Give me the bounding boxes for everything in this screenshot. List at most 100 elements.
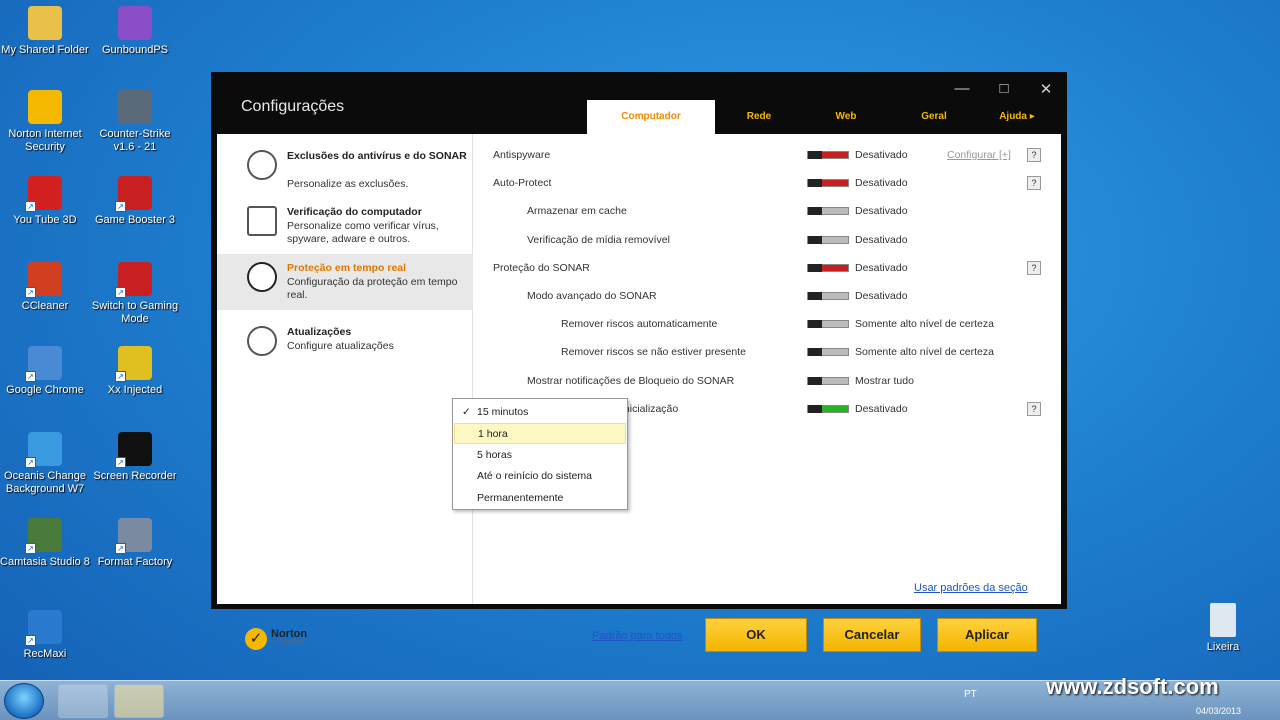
recycle-bin[interactable]: Lixeira (1178, 603, 1268, 654)
minimize-button[interactable]: — (949, 80, 975, 97)
tab-ajuda[interactable]: Ajuda ▸ (979, 100, 1055, 134)
apply-button[interactable]: Aplicar (937, 618, 1037, 652)
setting-label: Verificação de mídia removível (527, 233, 670, 246)
start-button[interactable] (4, 683, 44, 719)
desktop-icon[interactable]: ↗ Google Chrome (0, 346, 90, 397)
gaming-mode-icon: ↗ (115, 262, 152, 298)
help-icon[interactable]: ? (1027, 401, 1041, 416)
setting-toggle[interactable] (807, 151, 849, 159)
menu-item-15-minutes[interactable]: ✓ 15 minutos (454, 402, 626, 423)
taskbar-app-switcher[interactable] (58, 684, 108, 718)
setting-label: Armazenar em cache (527, 205, 627, 218)
clock-date[interactable]: 04/03/2013 (1196, 706, 1241, 716)
menu-item-5-hours[interactable]: 5 horas (454, 445, 626, 466)
setting-toggle[interactable] (807, 404, 849, 413)
tab-computador[interactable]: Computador (587, 100, 715, 134)
desktop-icon[interactable]: ↗ Oceanis Change Background W7 (0, 432, 90, 496)
setting-toggle[interactable] (807, 235, 849, 244)
tab-geral[interactable]: Geral (889, 100, 979, 134)
setting-toggle[interactable] (807, 376, 849, 385)
check-icon: ✓ (462, 406, 471, 418)
menu-item-until-restart[interactable]: Até o reinício do sistema (454, 466, 626, 487)
use-section-defaults-link[interactable]: Usar padrões da seção (914, 582, 1028, 594)
toggle-knob (808, 292, 822, 300)
toggle-knob (808, 263, 822, 272)
shortcut-arrow-icon: ↗ (115, 543, 126, 554)
desktop-icon-label: Camtasia Studio 8 (0, 556, 90, 568)
setting-label: Proteção do SONAR (493, 261, 590, 274)
setting-row: Remover riscos se não estiver presente So… (479, 343, 1049, 363)
desktop-icon[interactable]: ↗ Switch to Gaming Mode (90, 262, 180, 326)
setting-toggle[interactable] (807, 263, 849, 272)
desktop-icon[interactable]: GunboundPS (90, 6, 180, 57)
norton-check-icon: ✓ (245, 628, 267, 650)
desktop-icon[interactable]: ↗ Game Booster 3 (90, 176, 180, 227)
norton-settings-window: Configurações — □ ✕ Computador Rede Web … (211, 72, 1067, 652)
screen-recorder-icon: ↗ (115, 432, 152, 468)
language-indicator[interactable]: PT (964, 689, 977, 700)
menu-item-permanently[interactable]: Permanentemente (454, 488, 626, 509)
tab-web[interactable]: Web (803, 100, 889, 134)
desktop-icon-label: Google Chrome (6, 384, 84, 396)
toggle-knob (808, 404, 822, 413)
toggle-knob (808, 348, 822, 357)
norton-icon (28, 90, 62, 124)
ccleaner-icon: ↗ (25, 262, 62, 298)
desktop-icon[interactable]: ↗ You Tube 3D (0, 176, 90, 227)
recycle-bin-label: Lixeira (1206, 641, 1240, 653)
default-for-all-link[interactable]: Padrão para todos (592, 630, 683, 642)
setting-toggle[interactable] (807, 320, 849, 329)
desktop-icon-label: RecMaxi (23, 648, 67, 660)
close-button[interactable]: ✕ (1033, 80, 1059, 98)
sidebar-item-desc: Personalize como verificar vírus, spywar… (287, 220, 439, 245)
sidebar-item-desc: Configure atualizações (287, 340, 394, 352)
maximize-button[interactable]: □ (991, 80, 1017, 97)
desktop-icon-label: Counter-Strike v1.6 - 21 (99, 128, 171, 153)
toggle-fill (822, 180, 848, 187)
configure-link[interactable]: Configurar [+] (947, 149, 1011, 161)
cancel-button[interactable]: Cancelar (823, 618, 921, 652)
shortcut-arrow-icon: ↗ (115, 201, 126, 212)
menu-item-1-hour[interactable]: 1 hora (454, 423, 626, 444)
recycle-bin-icon (1210, 603, 1236, 637)
sidebar-item-title: Verificação do computador (287, 206, 422, 218)
setting-toggle[interactable] (807, 179, 849, 188)
setting-state: Desativado (855, 290, 908, 302)
desktop-icon[interactable]: ↗ Camtasia Studio 8 (0, 518, 90, 569)
setting-row: Remover riscos automaticamente Somente al… (479, 315, 1049, 335)
desktop-icon[interactable]: ↗ RecMaxi (0, 610, 90, 661)
setting-toggle[interactable] (807, 348, 849, 357)
chrome-icon: ↗ (25, 346, 62, 382)
desktop-icon[interactable]: Norton Internet Security (0, 90, 90, 154)
setting-toggle[interactable] (807, 292, 849, 300)
shortcut-arrow-icon: ↗ (115, 371, 126, 382)
setting-state: Mostrar tudo (855, 374, 914, 387)
help-icon[interactable]: ? (1027, 260, 1041, 275)
setting-state: Desativado (855, 261, 908, 274)
injector-icon: ↗ (115, 346, 152, 382)
game-icon (118, 6, 152, 40)
ok-button[interactable]: OK (705, 618, 807, 652)
toggle-knob (808, 151, 822, 159)
shortcut-arrow-icon: ↗ (115, 287, 126, 298)
desktop-icon[interactable]: My Shared Folder (0, 6, 90, 57)
desktop-icon[interactable]: ↗ Xx Injected (90, 346, 180, 397)
help-icon[interactable]: ? (1027, 148, 1041, 162)
shortcut-arrow-icon: ↗ (25, 543, 36, 554)
sidebar-item-scan[interactable]: Verificação do computador Personalize co… (217, 198, 473, 254)
sidebar-item-exclusions[interactable]: Exclusões do antivírus e do SONAR Person… (217, 142, 473, 198)
setting-label: Remover riscos se não estiver presente (561, 346, 746, 359)
taskbar-norton[interactable] (114, 684, 164, 718)
setting-toggle[interactable] (807, 207, 849, 216)
sidebar-item-realtime[interactable]: Proteção em tempo real Configuração da p… (217, 254, 473, 310)
tab-rede[interactable]: Rede (715, 100, 803, 134)
desktop-icon-label: Norton Internet Security (8, 128, 82, 153)
toggle-fill (822, 321, 848, 328)
desktop-icon[interactable]: ↗ CCleaner (0, 262, 90, 313)
desktop-icon[interactable]: ↗ Screen Recorder (90, 432, 180, 483)
menu-item-label: Até o reinício do sistema (477, 470, 592, 482)
desktop-icon[interactable]: ↗ Format Factory (90, 518, 180, 569)
desktop-icon[interactable]: Counter-Strike v1.6 - 21 (90, 90, 180, 154)
sidebar-item-updates[interactable]: Atualizações Configure atualizações (217, 318, 473, 374)
help-icon[interactable]: ? (1027, 176, 1041, 191)
